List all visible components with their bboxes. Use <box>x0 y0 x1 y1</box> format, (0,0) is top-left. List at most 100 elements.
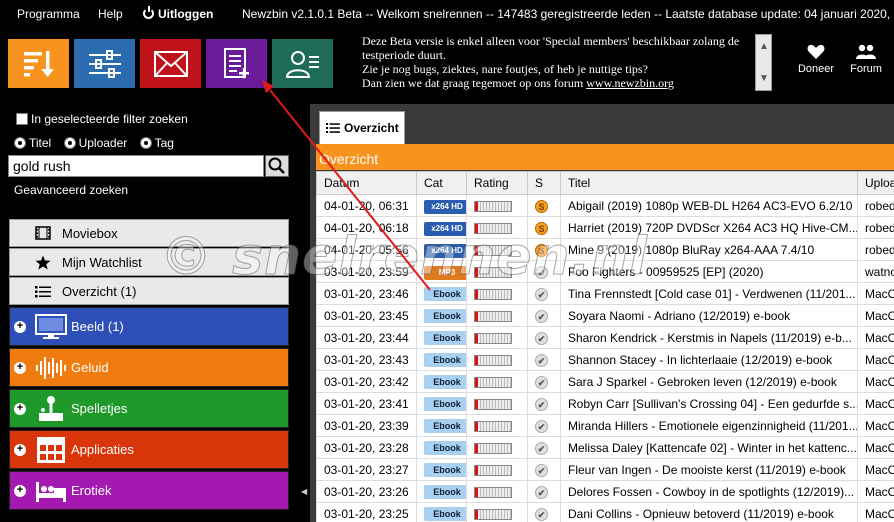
filter-search-checkbox[interactable] <box>16 113 28 125</box>
category-geluid[interactable]: + Geluid <box>9 348 289 387</box>
table-row[interactable]: 03-01-20, 23:59 MP3 ✔ Foo Fighters - 009595… <box>316 260 894 283</box>
cell-uploader: robed <box>857 194 894 217</box>
category-applicaties[interactable]: + Applicaties <box>9 430 289 469</box>
cell-s: ✔ <box>527 260 561 283</box>
checkmark-icon: ✔ <box>535 287 548 301</box>
panel-splitter[interactable]: ◀ <box>298 104 310 522</box>
column-header-rating[interactable]: Rating <box>466 171 528 195</box>
menu-help[interactable]: Help <box>98 7 123 21</box>
list-icon <box>35 285 51 297</box>
expand-icon[interactable]: + <box>14 321 26 333</box>
add-document-icon <box>223 47 249 78</box>
messages-button[interactable] <box>140 39 201 88</box>
expand-icon[interactable]: + <box>14 362 26 374</box>
content-panel: Overzicht Overzicht Datum Cat Rating S T… <box>310 104 894 522</box>
cell-cat: Ebook <box>416 458 467 481</box>
search-button[interactable] <box>265 155 289 177</box>
rating-bar <box>474 398 512 410</box>
category-erotiek-label: Erotiek <box>71 483 112 498</box>
advanced-search-link[interactable]: Geavanceerd zoeken <box>14 183 128 197</box>
table-row[interactable]: 03-01-20, 23:26 Ebook ✔ Delores Fossen - Co… <box>316 480 894 503</box>
cell-rating <box>466 304 528 327</box>
tab-overzicht[interactable]: Overzicht <box>319 111 405 144</box>
radio-tag[interactable]: Tag <box>139 136 174 150</box>
category-geluid-label: Geluid <box>71 360 109 375</box>
profile-button[interactable] <box>272 39 333 88</box>
table-row[interactable]: 03-01-20, 23:28 Ebook ✔ Melissa Daley [Katt… <box>316 436 894 459</box>
rating-bar <box>474 266 512 278</box>
cell-s: ✔ <box>527 436 561 459</box>
table-row[interactable]: 03-01-20, 23:27 Ebook ✔ Fleur van Ingen - D… <box>316 458 894 481</box>
nav-watchlist[interactable]: Mijn Watchlist <box>9 248 289 276</box>
cell-rating <box>466 216 528 239</box>
expand-icon[interactable]: + <box>14 485 26 497</box>
table-row[interactable]: 03-01-20, 23:46 Ebook ✔ Tina Frennstedt [Co… <box>316 282 894 305</box>
table-row[interactable]: 03-01-20, 23:42 Ebook ✔ Sara J Sparkel - Ge… <box>316 370 894 393</box>
donate-label: Doneer <box>797 63 835 75</box>
window-title: Newzbin v2.1.0.1 Beta -- Welkom snelrenn… <box>242 7 894 21</box>
nav-overzicht[interactable]: Overzicht (1) <box>9 277 289 305</box>
cell-title: Sharon Kendrick - Kerstmis in Napels (11… <box>560 326 858 349</box>
cell-s: ✔ <box>527 458 561 481</box>
sliders-icon <box>88 49 121 78</box>
cell-cat: Ebook <box>416 436 467 459</box>
rating-bar <box>474 486 512 498</box>
table-row[interactable]: 03-01-20, 23:44 Ebook ✔ Sharon Kendrick - K… <box>316 326 894 349</box>
column-header-uploader[interactable]: Uploader <box>857 171 894 195</box>
category-erotiek[interactable]: + Erotiek <box>9 471 289 510</box>
menu-programma[interactable]: Programma <box>17 7 80 21</box>
column-header-cat[interactable]: Cat <box>416 171 467 195</box>
expand-icon[interactable]: + <box>14 444 26 456</box>
category-spelletjes[interactable]: + Spelletjes <box>9 389 289 428</box>
power-icon <box>143 6 154 19</box>
collapse-left-icon[interactable]: ◀ <box>301 487 307 496</box>
chevron-up-icon[interactable]: ▲ <box>759 41 769 52</box>
logout-button[interactable]: Uitloggen <box>143 6 213 21</box>
sort-download-icon <box>23 50 54 77</box>
cell-date: 04-01-20, 06:31 <box>316 194 417 217</box>
cell-title: Sara J Sparkel - Gebroken leven (12/2019… <box>560 370 858 393</box>
rating-bar <box>474 288 512 300</box>
sort-download-button[interactable] <box>8 39 69 88</box>
radio-tag-dot[interactable] <box>139 137 152 149</box>
table-row[interactable]: 03-01-20, 23:25 Ebook ✔ Dani Collins - Opni… <box>316 502 894 522</box>
column-header-datum[interactable]: Datum <box>316 171 417 195</box>
add-post-button[interactable] <box>206 39 267 88</box>
cell-date: 03-01-20, 23:43 <box>316 348 417 371</box>
forum-link[interactable]: www.newzbin.org <box>586 76 674 90</box>
cell-s: ✔ <box>527 414 561 437</box>
table-row[interactable]: 03-01-20, 23:45 Ebook ✔ Soyara Naomi - Adri… <box>316 304 894 327</box>
radio-uploader-dot[interactable] <box>63 137 76 149</box>
rating-bar <box>474 376 512 388</box>
cell-date: 03-01-20, 23:28 <box>316 436 417 459</box>
checkmark-icon: ✔ <box>535 309 548 323</box>
expand-icon[interactable]: + <box>14 403 26 415</box>
category-beeld[interactable]: + Beeld (1) <box>9 307 289 346</box>
radio-titel-dot[interactable] <box>14 137 26 149</box>
cell-rating <box>466 458 528 481</box>
notice-scrollbar[interactable]: ▲ ▼ <box>755 34 772 91</box>
category-badge: Ebook <box>424 463 466 477</box>
filter-search-checkbox-row[interactable]: In geselecteerde filter zoeken <box>16 112 188 126</box>
table-row[interactable]: 04-01-20, 05:56 x264 HD S Mine 9 (2019) 108… <box>316 238 894 261</box>
cell-uploader: MacO <box>857 436 894 459</box>
column-header-s[interactable]: S <box>527 171 561 195</box>
radio-titel[interactable]: Titel <box>14 136 51 150</box>
table-row[interactable]: 04-01-20, 06:18 x264 HD S Harriet (2019) 72… <box>316 216 894 239</box>
search-input[interactable]: gold rush <box>8 155 264 177</box>
category-badge: Ebook <box>424 353 466 367</box>
radio-uploader[interactable]: Uploader <box>63 136 127 150</box>
table-row[interactable]: 03-01-20, 23:39 Ebook ✔ Miranda Hillers - E… <box>316 414 894 437</box>
table-row[interactable]: 03-01-20, 23:41 Ebook ✔ Robyn Carr [Sulliva… <box>316 392 894 415</box>
nav-moviebox[interactable]: Moviebox <box>9 219 289 247</box>
cell-cat: Ebook <box>416 304 467 327</box>
donate-button[interactable]: Doneer <box>791 44 841 75</box>
forum-button[interactable]: Forum <box>841 44 891 75</box>
table-row[interactable]: 03-01-20, 23:43 Ebook ✔ Shannon Stacey - In… <box>316 348 894 371</box>
cell-title: Melissa Daley [Kattencafe 02] - Winter i… <box>560 436 858 459</box>
column-header-titel[interactable]: Titel <box>560 171 858 195</box>
chevron-down-icon[interactable]: ▼ <box>759 73 769 84</box>
table-row[interactable]: 04-01-20, 06:31 x264 HD S Abigail (2019) 10… <box>316 194 894 217</box>
settings-sliders-button[interactable] <box>74 39 135 88</box>
cell-date: 03-01-20, 23:44 <box>316 326 417 349</box>
